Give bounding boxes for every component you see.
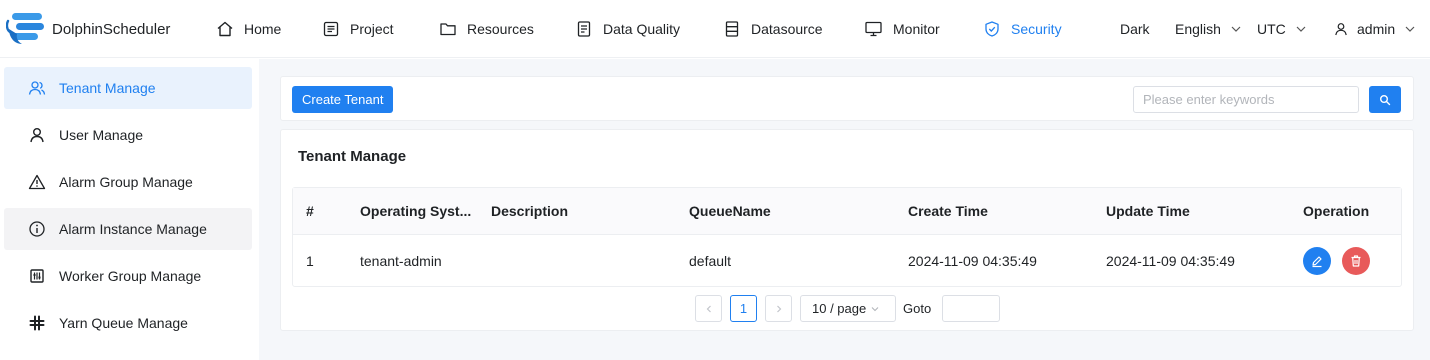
queue-icon: [29, 315, 45, 331]
nav-security-label: Security: [1011, 21, 1062, 37]
theme-label: Dark: [1120, 21, 1150, 37]
cell-queue-name: default: [689, 253, 732, 269]
chevron-down-icon: [871, 306, 879, 311]
column-header-description[interactable]: Description: [491, 188, 568, 235]
info-icon: [29, 221, 45, 237]
chevron-down-icon: [1405, 26, 1415, 32]
sidebar-item-label: Worker Group Manage: [59, 268, 202, 284]
sidebar-item-label: Yarn Queue Manage: [59, 315, 188, 331]
table-header: # Operating Syst... Description QueueNam…: [293, 188, 1401, 235]
goto-page-input[interactable]: [942, 295, 1000, 322]
sidebar-item-yarn-queue-manage[interactable]: Yarn Queue Manage: [4, 302, 252, 344]
nav-datasource[interactable]: Datasource: [723, 0, 823, 58]
tenant-icon: [28, 81, 46, 95]
dolphin-logo-icon: [6, 13, 44, 44]
user-icon: [1335, 23, 1347, 36]
project-icon: [323, 21, 339, 37]
page-number-button[interactable]: 1: [730, 295, 757, 322]
app-name: DolphinScheduler: [52, 20, 171, 38]
page-size-label: 10 / page: [812, 301, 867, 316]
column-header-create-time[interactable]: Create Time: [908, 188, 988, 235]
sidebar-item-label: Alarm Instance Manage: [59, 221, 207, 237]
timezone-label: UTC: [1257, 21, 1286, 37]
search-icon: [1380, 94, 1391, 105]
app-logo[interactable]: DolphinScheduler: [6, 11, 170, 47]
sidebar-item-worker-group-manage[interactable]: Worker Group Manage: [4, 255, 252, 297]
sidebar-item-label: Tenant Manage: [59, 80, 156, 96]
language-label: English: [1175, 21, 1221, 37]
sidebar-item-user-manage[interactable]: User Manage: [4, 114, 252, 156]
search-input[interactable]: [1133, 86, 1359, 113]
datasource-icon: [725, 21, 739, 37]
edit-button[interactable]: [1303, 247, 1331, 275]
sidebar-item-alarm-instance-manage[interactable]: Alarm Instance Manage: [4, 208, 252, 250]
column-header-index: #: [306, 203, 314, 219]
sidebar: Tenant Manage User Manage Alarm Group Ma…: [0, 59, 259, 360]
delete-button[interactable]: [1342, 247, 1370, 275]
chevron-down-icon: [1231, 26, 1241, 32]
column-header-update-time[interactable]: Update Time: [1106, 188, 1190, 235]
chevron-right-icon: [776, 305, 781, 312]
nav-project-label: Project: [350, 21, 394, 37]
user-menu[interactable]: admin: [1334, 0, 1416, 58]
nav-home-label: Home: [244, 21, 282, 37]
column-header-operating-system[interactable]: Operating Syst...: [360, 188, 471, 235]
data-quality-icon: [577, 21, 591, 37]
nav-data-quality-label: Data Quality: [603, 21, 681, 37]
sidebar-item-label: User Manage: [59, 127, 144, 143]
user-name: admin: [1357, 21, 1396, 37]
timezone-select[interactable]: UTC: [1257, 0, 1307, 58]
cell-create-time: 2024-11-09 04:35:49: [908, 253, 1037, 269]
section-title: Tenant Manage: [298, 148, 407, 165]
edit-icon: [1312, 256, 1322, 268]
top-navigation-bar: DolphinScheduler Home Project Resources …: [0, 0, 1430, 58]
nav-home[interactable]: Home: [216, 0, 281, 58]
worker-group-icon: [30, 269, 44, 283]
sidebar-item-tenant-manage[interactable]: Tenant Manage: [4, 67, 252, 109]
theme-toggle[interactable]: Dark: [1120, 0, 1150, 58]
page-size-select[interactable]: 10 / page: [800, 295, 896, 322]
main-content: Create Tenant Tenant Manage # Operating …: [259, 59, 1430, 360]
monitor-icon: [865, 21, 882, 37]
create-tenant-button[interactable]: Create Tenant: [292, 86, 394, 113]
home-icon: [217, 21, 233, 37]
nav-data-quality[interactable]: Data Quality: [575, 0, 680, 58]
folder-icon: [440, 23, 456, 36]
nav-datasource-label: Datasource: [751, 21, 823, 37]
cell-update-time: 2024-11-09 04:35:49: [1106, 253, 1235, 269]
search-button[interactable]: [1369, 86, 1401, 113]
user-icon: [30, 128, 44, 143]
language-select[interactable]: English: [1175, 0, 1242, 58]
next-page-button[interactable]: [765, 295, 792, 322]
chevron-left-icon: [706, 305, 711, 312]
warning-icon: [28, 174, 46, 190]
sidebar-item-label: Alarm Group Manage: [59, 174, 193, 190]
nav-resources-label: Resources: [467, 21, 534, 37]
nav-monitor[interactable]: Monitor: [864, 0, 940, 58]
prev-page-button[interactable]: [695, 295, 722, 322]
sidebar-item-alarm-group-manage[interactable]: Alarm Group Manage: [4, 161, 252, 203]
nav-monitor-label: Monitor: [893, 21, 940, 37]
nav-project[interactable]: Project: [322, 0, 394, 58]
chevron-down-icon: [1296, 26, 1306, 32]
shield-icon: [985, 21, 999, 37]
tenant-table: # Operating Syst... Description QueueNam…: [292, 187, 1402, 287]
column-header-operation: Operation: [1303, 203, 1370, 219]
cell-operating-system: tenant-admin: [360, 253, 442, 269]
trash-icon: [1351, 255, 1361, 267]
table-row: 1 tenant-admin default 2024-11-09 04:35:…: [293, 235, 1401, 287]
nav-resources[interactable]: Resources: [439, 0, 534, 58]
column-header-queue-name[interactable]: QueueName: [689, 188, 771, 235]
nav-security[interactable]: Security: [983, 0, 1062, 58]
goto-label: Goto: [903, 301, 932, 316]
cell-index: 1: [306, 253, 314, 269]
